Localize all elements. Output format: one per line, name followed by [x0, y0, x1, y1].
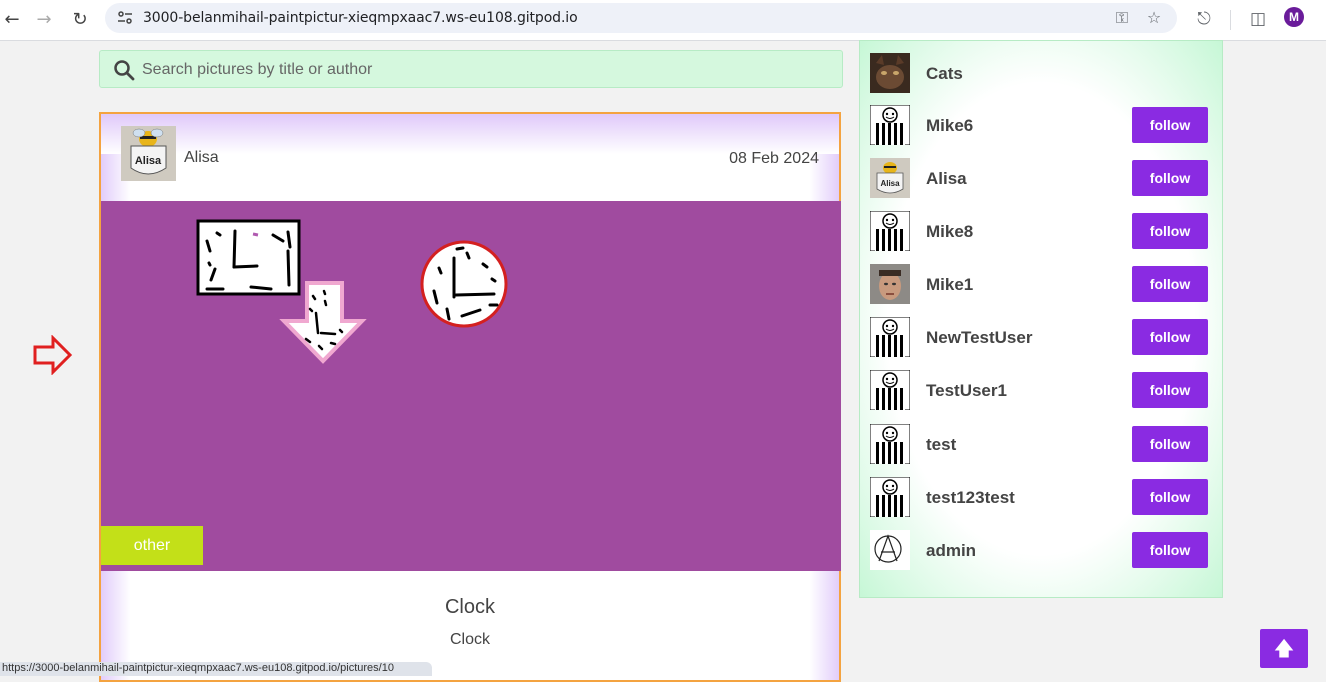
user-avatar[interactable] — [870, 211, 910, 251]
user-name[interactable]: TestUser1 — [926, 381, 1007, 401]
side-panel-icon[interactable]: ◫ — [1247, 8, 1269, 30]
user-avatar[interactable] — [870, 477, 910, 517]
user-avatar[interactable]: Alisa — [870, 158, 910, 198]
user-row: Alisa Alisa follow — [870, 158, 1214, 200]
follow-button[interactable]: follow — [1132, 426, 1208, 462]
follow-button[interactable]: follow — [1132, 107, 1208, 143]
follow-button[interactable]: follow — [1132, 372, 1208, 408]
user-avatar[interactable] — [870, 53, 910, 93]
user-row: Cats — [870, 53, 1214, 95]
user-name[interactable]: test123test — [926, 488, 1015, 508]
next-arrow-icon[interactable] — [33, 335, 73, 375]
svg-text:Alisa: Alisa — [880, 179, 900, 188]
reload-icon[interactable]: ↻ — [68, 8, 92, 32]
clock-drawing — [196, 219, 508, 364]
key-icon[interactable]: ⚿ — [1112, 8, 1132, 28]
user-name[interactable]: admin — [926, 541, 976, 561]
follow-button[interactable]: follow — [1132, 479, 1208, 515]
user-name[interactable]: NewTestUser — [926, 328, 1032, 348]
user-row: test follow — [870, 424, 1214, 466]
user-avatar[interactable] — [870, 264, 910, 304]
user-name[interactable]: test — [926, 435, 956, 455]
follow-button[interactable]: follow — [1132, 319, 1208, 355]
profile-avatar[interactable]: M — [1284, 7, 1304, 27]
search-input[interactable] — [140, 57, 834, 83]
picture-title[interactable]: Clock — [101, 596, 839, 619]
user-row: TestUser1 follow — [870, 370, 1214, 412]
clipped-user-row — [870, 40, 910, 41]
user-avatar[interactable] — [870, 370, 910, 410]
status-url: https://3000-belanmihail-paintpictur-xie… — [0, 662, 432, 676]
svg-text:Alisa: Alisa — [135, 155, 162, 167]
user-avatar[interactable] — [870, 530, 910, 570]
user-row: Mike8 follow — [870, 211, 1214, 253]
author-avatar[interactable]: Alisa — [121, 126, 176, 181]
follow-button[interactable]: follow — [1132, 160, 1208, 196]
user-row: admin follow — [870, 530, 1214, 572]
author-name[interactable]: Alisa — [184, 149, 219, 167]
url-text[interactable]: 3000-belanmihail-paintpictur-xieqmpxaac7… — [143, 10, 578, 26]
user-name[interactable]: Cats — [926, 64, 963, 84]
user-name[interactable]: Mike1 — [926, 275, 973, 295]
user-name[interactable]: Mike8 — [926, 222, 973, 242]
extensions-icon[interactable]: ⎋ — [1193, 8, 1215, 30]
follow-button[interactable]: follow — [1132, 266, 1208, 302]
search-bar — [99, 50, 843, 88]
search-icon — [114, 60, 135, 81]
star-icon[interactable]: ☆ — [1144, 8, 1164, 28]
card-header-gradient — [101, 114, 839, 154]
category-badge[interactable]: other — [101, 526, 203, 565]
arrow-up-icon: 🡅 — [1273, 636, 1295, 660]
user-avatar[interactable] — [870, 105, 910, 145]
user-row: Mike1 follow — [870, 264, 1214, 306]
users-panel: Cats Mike6 follow Alisa Alisa follow Mike8 foll… — [859, 40, 1223, 598]
user-row: test123test follow — [870, 477, 1214, 519]
address-bar[interactable]: 3000-belanmihail-paintpictur-xieqmpxaac7… — [105, 3, 1177, 33]
user-row: NewTestUser follow — [870, 317, 1214, 359]
user-row: Mike6 follow — [870, 105, 1214, 147]
site-settings-icon[interactable] — [117, 10, 133, 26]
toolbar-divider — [1230, 10, 1231, 30]
follow-button[interactable]: follow — [1132, 532, 1208, 568]
user-name[interactable]: Alisa — [926, 169, 967, 189]
forward-icon[interactable]: → — [32, 8, 56, 32]
browser-toolbar: ← → ↻ 3000-belanmihail-paintpictur-xieqm… — [0, 0, 1326, 41]
user-avatar[interactable] — [870, 317, 910, 357]
back-icon[interactable]: ← — [0, 8, 24, 32]
follow-button[interactable]: follow — [1132, 213, 1208, 249]
post-date: 08 Feb 2024 — [729, 150, 819, 167]
scroll-top-button[interactable]: 🡅 — [1260, 629, 1308, 668]
user-name[interactable]: Mike6 — [926, 116, 973, 136]
user-avatar[interactable] — [870, 424, 910, 464]
picture-description: Clock — [449, 631, 490, 648]
picture-card: Alisa Alisa 08 Feb 2024 other Clock Cloc… — [99, 112, 841, 682]
picture-canvas[interactable]: other — [101, 201, 841, 571]
